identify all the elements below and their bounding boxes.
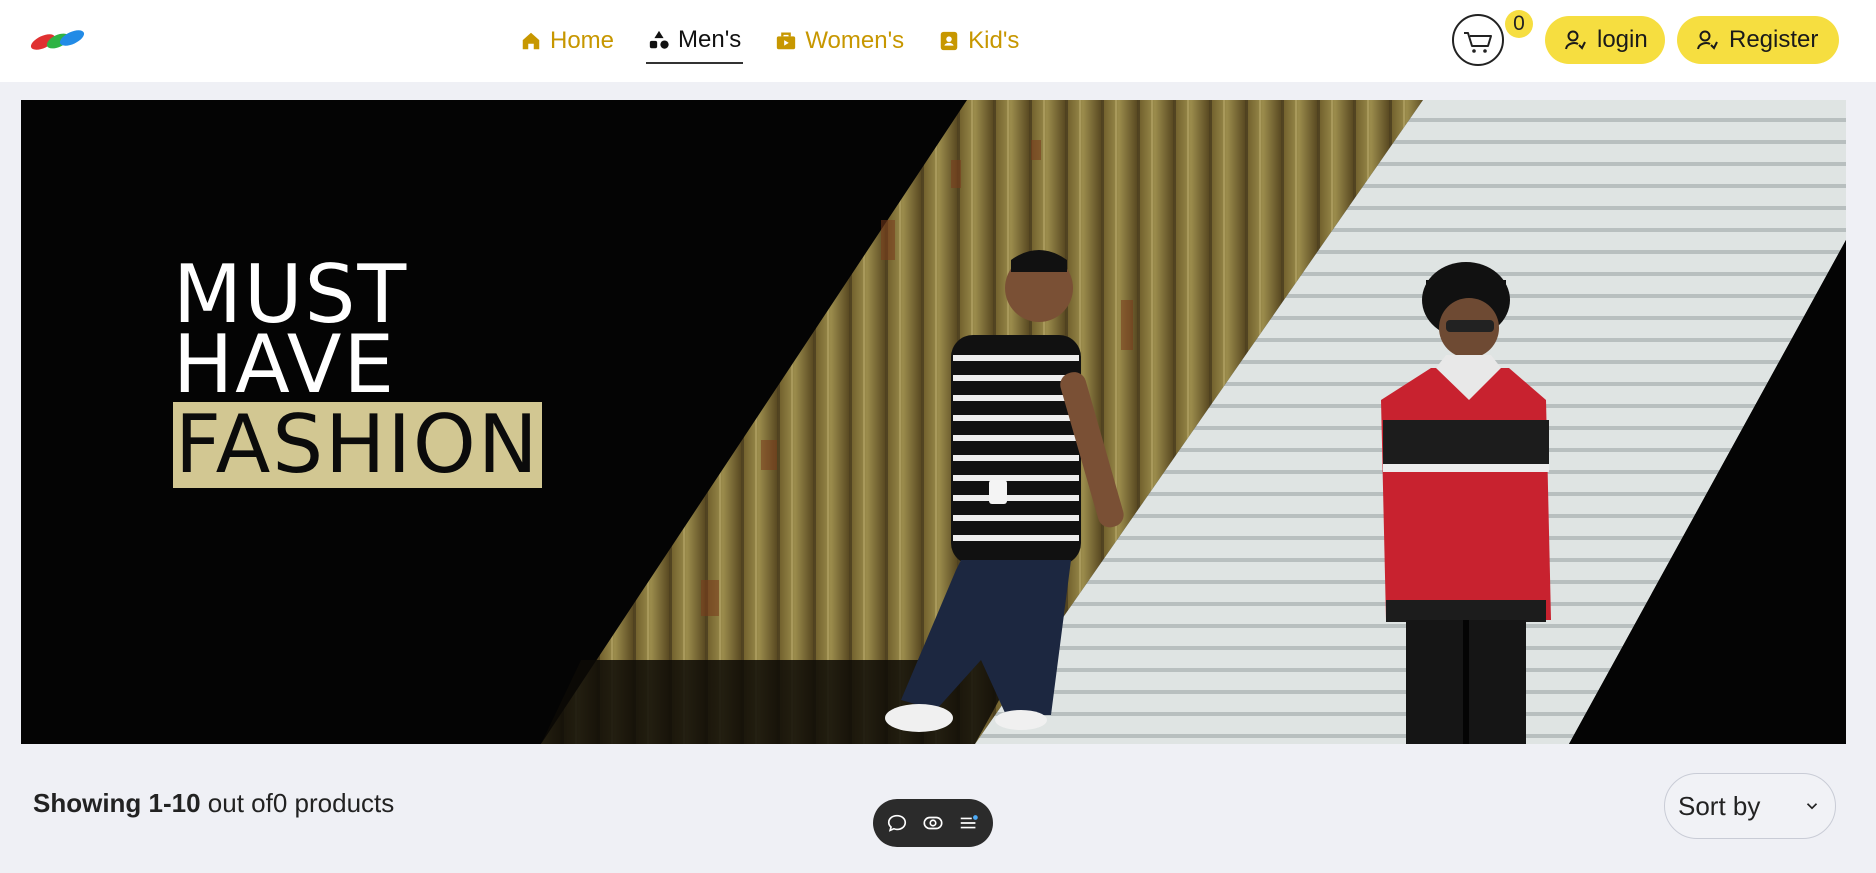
register-label: Register <box>1729 26 1819 53</box>
cart-icon <box>1464 32 1492 53</box>
hero-line-2: HAVE <box>173 318 397 411</box>
user-icon <box>1697 30 1718 50</box>
user-icon <box>1565 30 1586 50</box>
home-icon <box>522 32 540 50</box>
hero-line-3: FASHION <box>173 398 542 491</box>
results-count: Showing 1-10 out of0 products <box>33 788 394 819</box>
register-button[interactable]: Register <box>1677 16 1839 64</box>
cart-button[interactable] <box>1452 14 1504 66</box>
nav-womens[interactable]: Women's <box>773 18 906 64</box>
hero-headline: MUST HAVE FASHION <box>173 255 542 502</box>
login-button[interactable]: login <box>1545 16 1665 64</box>
shapes-icon <box>649 30 669 49</box>
login-label: login <box>1597 26 1648 53</box>
contact-card-icon <box>940 31 958 51</box>
hero-banner[interactable]: MUST HAVE FASHION <box>21 100 1846 744</box>
eye-icon[interactable] <box>922 812 944 834</box>
chevron-down-icon <box>1806 803 1818 810</box>
top-header: Home Men's Women's Kid's 0 login Registe… <box>0 0 1876 82</box>
cart-count-badge: 0 <box>1505 10 1533 38</box>
list-menu-icon[interactable] <box>958 812 980 834</box>
brand-logo[interactable] <box>28 28 88 52</box>
nav-mens[interactable]: Men's <box>646 18 744 64</box>
nav-home-label: Home <box>550 27 615 54</box>
nav-mens-label: Men's <box>678 26 742 53</box>
floating-toolbar <box>873 799 993 847</box>
results-range: Showing 1-10 <box>33 788 201 818</box>
nav-kids[interactable]: Kid's <box>936 18 1021 64</box>
bag-icon <box>777 32 796 50</box>
chat-bubble-icon[interactable] <box>886 812 908 834</box>
sort-by-label: Sort by <box>1678 790 1761 821</box>
nav-home[interactable]: Home <box>518 18 616 64</box>
main-nav: Home Men's Women's Kid's <box>518 18 1051 64</box>
nav-womens-label: Women's <box>805 27 905 54</box>
sort-by-dropdown[interactable]: Sort by <box>1664 773 1836 839</box>
results-total: out of0 products <box>200 788 395 818</box>
nav-kids-label: Kid's <box>968 27 1020 54</box>
